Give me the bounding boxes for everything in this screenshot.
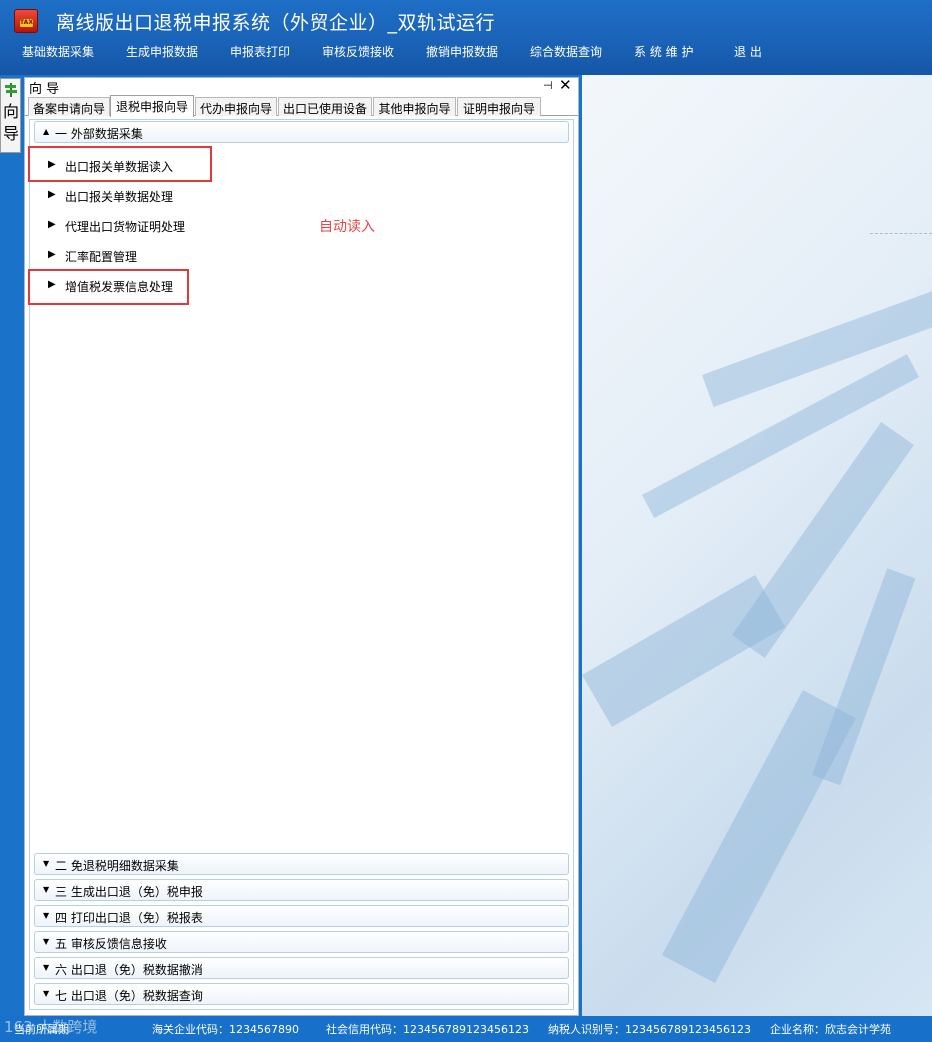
tab-content: ▲ 一 外部数据采集 ▶ 出口报关单数据读入 ▶ 出口报关单数据处理 ▶ 代理出… xyxy=(28,119,574,1010)
tab-used-equipment[interactable]: 出口已使用设备 xyxy=(278,97,372,116)
app-title: 离线版出口退税申报系统（外贸企业）_双轨试运行 xyxy=(56,12,496,34)
highlight-box-vat xyxy=(28,269,189,305)
group-data-cancel[interactable]: ▼ 六 出口退（免）税数据撤消 xyxy=(34,957,569,979)
group-label: 二 免退税明细数据采集 xyxy=(55,859,179,873)
status-company-name: 企业名称：欣志会计学苑 xyxy=(770,1023,891,1036)
background-streak xyxy=(662,690,856,984)
workspace-background xyxy=(582,75,932,1016)
group-refund-details[interactable]: ▼ 二 免退税明细数据采集 xyxy=(34,853,569,875)
menu-cancel-data[interactable]: 撤销申报数据 xyxy=(426,43,498,60)
group-label: 三 生成出口退（免）税申报 xyxy=(55,885,203,899)
nav-item-declaration-process[interactable]: ▶ 出口报关单数据处理 xyxy=(40,184,340,208)
status-credit-code: 社会信用代码：123456789123456123 xyxy=(326,1023,529,1036)
close-icon[interactable]: ✕ xyxy=(559,76,572,94)
guide-panel: 向 导 ⊣ ✕ 备案申请向导 退税申报向导 代办申报向导 出口已使用设备 其他申… xyxy=(24,76,579,1016)
menu-query[interactable]: 综合数据查询 xyxy=(530,43,602,60)
app-logo-text: TAX xyxy=(20,19,33,27)
menu-exit[interactable]: 退 出 xyxy=(734,43,762,60)
side-tab-label-line2: 导 xyxy=(3,124,20,143)
chevron-down-icon: ▼ xyxy=(43,859,50,868)
menu-generate-data[interactable]: 生成申报数据 xyxy=(126,43,198,60)
group-review-feedback[interactable]: ▼ 五 审核反馈信息接收 xyxy=(34,931,569,953)
group-label: 一 外部数据采集 xyxy=(55,127,143,141)
tab-filing-guide[interactable]: 备案申请向导 xyxy=(28,97,110,116)
group-label: 四 打印出口退（免）税报表 xyxy=(55,911,203,925)
annotation-auto-import: 自动读入 xyxy=(319,219,375,235)
pin-icon[interactable]: ⊣ xyxy=(543,79,553,92)
menu-basic-data[interactable]: 基础数据采集 xyxy=(22,43,94,60)
watermark: 163 大数跨境 xyxy=(4,1018,98,1036)
status-customs-code: 海关企业代码：1234567890 xyxy=(152,1023,299,1036)
nav-item-label: 代理出口货物证明处理 xyxy=(65,220,186,234)
group-generate-declaration[interactable]: ▼ 三 生成出口退（免）税申报 xyxy=(34,879,569,901)
menu-print-reports[interactable]: 申报表打印 xyxy=(230,43,290,60)
nav-item-agency-certificate[interactable]: ▶ 代理出口货物证明处理 xyxy=(40,214,340,238)
chevron-down-icon: ▼ xyxy=(43,963,50,972)
group-print-reports[interactable]: ▼ 四 打印出口退（免）税报表 xyxy=(34,905,569,927)
workspace-dashed-line xyxy=(870,233,932,234)
nav-item-label: 出口报关单数据处理 xyxy=(65,190,174,204)
chevron-down-icon: ▼ xyxy=(43,885,50,894)
menu-bar: 基础数据采集 生成申报数据 申报表打印 审核反馈接收 撤销申报数据 综合数据查询… xyxy=(0,40,932,62)
tab-other-guide[interactable]: 其他申报向导 xyxy=(373,97,456,116)
group-label: 七 出口退（免）税数据查询 xyxy=(55,989,203,1003)
triangle-right-icon: ▶ xyxy=(48,249,56,260)
tab-refund-guide[interactable]: 退税申报向导 xyxy=(110,95,194,117)
group-label: 五 审核反馈信息接收 xyxy=(55,937,167,951)
tab-certificate-guide[interactable]: 证明申报向导 xyxy=(457,97,541,116)
menu-review-feedback[interactable]: 审核反馈接收 xyxy=(322,43,394,60)
chevron-down-icon: ▼ xyxy=(43,937,50,946)
chevron-down-icon: ▼ xyxy=(43,989,50,998)
guide-header: 向 导 ⊣ ✕ xyxy=(25,76,578,97)
nav-item-label: 汇率配置管理 xyxy=(65,250,138,264)
side-tab-label-line1: 向 xyxy=(3,102,20,121)
group-data-query[interactable]: ▼ 七 出口退（免）税数据查询 xyxy=(34,983,569,1005)
chevron-down-icon: ▼ xyxy=(43,911,50,920)
status-bar: 当前所属期 163 大数跨境 海关企业代码：1234567890 社会信用代码：… xyxy=(0,1016,932,1042)
highlight-box-import xyxy=(28,146,212,182)
tab-agency-guide[interactable]: 代办申报向导 xyxy=(195,97,277,116)
side-tab-label: 向 导 xyxy=(3,101,19,145)
group-external-data[interactable]: ▲ 一 外部数据采集 xyxy=(34,121,569,143)
signpost-icon xyxy=(5,83,17,97)
group-label: 六 出口退（免）税数据撤消 xyxy=(55,963,203,977)
status-taxpayer-id: 纳税人识别号：123456789123456123 xyxy=(548,1023,751,1036)
guide-tabs: 备案申请向导 退税申报向导 代办申报向导 出口已使用设备 其他申报向导 证明申报… xyxy=(25,95,578,117)
triangle-right-icon: ▶ xyxy=(48,219,56,230)
title-bar: TAX 离线版出口退税申报系统（外贸企业）_双轨试运行 基础数据采集 生成申报数… xyxy=(0,0,932,75)
side-guide-tab[interactable]: 向 导 xyxy=(0,78,21,153)
background-streak xyxy=(702,286,932,407)
nav-item-exchange-rate[interactable]: ▶ 汇率配置管理 xyxy=(40,244,340,268)
menu-system[interactable]: 系 统 维 护 xyxy=(634,43,693,60)
chevron-up-icon: ▲ xyxy=(43,127,50,136)
triangle-right-icon: ▶ xyxy=(48,189,56,200)
app-logo-icon: TAX xyxy=(14,9,38,33)
